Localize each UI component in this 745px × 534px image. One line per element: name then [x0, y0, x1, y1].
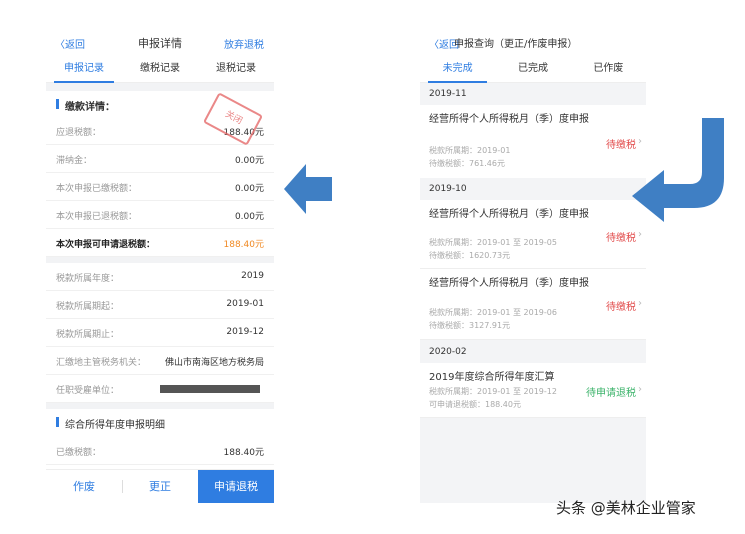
- tab-completed[interactable]: 已完成: [495, 56, 570, 82]
- status-badge: 待缴税: [606, 302, 636, 313]
- row-value: 2019-01: [226, 299, 264, 309]
- abandon-refund-button[interactable]: 放弃退税: [224, 36, 264, 51]
- item-title: 经营所得个人所得税月（季）度申报: [429, 114, 589, 125]
- row-value: 0.00元: [234, 156, 264, 166]
- row-value: 佛山市南海区地方税务局: [164, 358, 264, 368]
- item-period: 税款所属期：2019-01 至 2019-05: [429, 238, 557, 247]
- status-badge: 待申请退税: [586, 388, 636, 399]
- row-label: 汇缴地主管税务机关：: [56, 358, 147, 368]
- group-header: 2019-10: [420, 178, 646, 200]
- row-value: 188.40元: [223, 240, 265, 250]
- refundable-amount-row: 本次申报可申请退税额： 188.40元: [46, 229, 274, 257]
- detail-row: 滞纳金： 0.00元: [46, 145, 274, 173]
- divider: [46, 83, 274, 91]
- item-amount: 待缴税额：761.46元: [429, 159, 505, 168]
- group-label: 2019-11: [429, 89, 467, 99]
- declaration-query-screen: 〈返回 申报查询（更正/作废申报） 未完成 已完成 已作废 2019-11 经营…: [420, 28, 646, 503]
- row-value: 2019: [241, 271, 264, 281]
- watermark: 头条 @美林企业管家: [556, 499, 696, 517]
- row-value: 0.00元: [234, 184, 264, 194]
- item-amount: 待缴税额：3127.91元: [429, 321, 511, 330]
- row-label: 税款所属年度：: [56, 274, 120, 284]
- annual-details-header: 综合所得年度申报明细: [46, 409, 274, 435]
- item-period: 税款所属期：2019-01 至 2019-06: [429, 308, 557, 317]
- item-title: 2019年度综合所得年度汇算: [429, 372, 555, 383]
- detail-row: 本次申报已缴税额： 0.00元: [46, 173, 274, 201]
- left-arrow-icon: [284, 164, 332, 214]
- item-title: 经营所得个人所得税月（季）度申报: [429, 278, 589, 289]
- section-title: 综合所得年度申报明细: [65, 420, 165, 431]
- item-amount: 待缴税额：1620.73元: [429, 251, 511, 260]
- row-label: 已缴税额：: [56, 448, 102, 458]
- status-tabs: 未完成 已完成 已作废: [420, 56, 646, 83]
- row-label: 本次申报可申请退税额：: [56, 240, 156, 250]
- detail-row: 任职受雇单位：: [46, 375, 274, 403]
- row-label: 滞纳金：: [56, 156, 93, 166]
- bottom-action-bar: 作废 更正 申请退税: [46, 469, 274, 503]
- tab-voided[interactable]: 已作废: [571, 56, 646, 82]
- page-title: 申报查询（更正/作废申报）: [454, 39, 578, 50]
- redacted-employer: [160, 385, 260, 393]
- declaration-item[interactable]: 经营所得个人所得税月（季）度申报 税款所属期：2019-01 至 2019-06…: [420, 269, 646, 340]
- row-label: 本次申报已退税额：: [56, 212, 138, 222]
- section-marker: [56, 99, 59, 109]
- item-amount: 可申请退税额：188.40元: [429, 400, 521, 409]
- chevron-right-icon: ›: [638, 384, 642, 395]
- top-bar: 〈返回 申报详情 放弃退税: [46, 28, 274, 56]
- tab-declaration-records[interactable]: 申报记录: [46, 56, 122, 83]
- chevron-right-icon: ›: [638, 298, 642, 309]
- declaration-item[interactable]: 经营所得个人所得税月（季）度申报 税款所属期：2019-01 至 2019-05…: [420, 200, 646, 269]
- void-button[interactable]: 作废: [46, 470, 122, 503]
- top-bar: 〈返回 申报查询（更正/作废申报）: [420, 28, 646, 56]
- apply-refund-button[interactable]: 申请退税: [198, 470, 274, 503]
- row-label: 本次申报已缴税额：: [56, 184, 138, 194]
- tab-incomplete[interactable]: 未完成: [420, 56, 495, 83]
- section-marker: [56, 417, 59, 427]
- group-label: 2020-02: [429, 347, 467, 357]
- curved-arrow-icon: [632, 118, 724, 222]
- status-badge: 待缴税: [606, 233, 636, 244]
- record-tabs: 申报记录 缴税记录 退税记录: [46, 56, 274, 83]
- row-value: 2019-12: [226, 327, 264, 337]
- group-header: 2019-11: [420, 83, 646, 105]
- declaration-detail-screen: 〈返回 申报详情 放弃退税 申报记录 缴税记录 退税记录 缴款详情： 应退税额：…: [46, 28, 274, 503]
- row-label: 税款所属期止：: [56, 330, 120, 340]
- detail-row: 本次申报已退税额： 0.00元: [46, 201, 274, 229]
- group-label: 2019-10: [429, 184, 467, 194]
- row-label: 任职受雇单位：: [56, 386, 120, 396]
- chevron-right-icon: ›: [638, 229, 642, 240]
- item-period: 税款所属期：2019-01 至 2019-12: [429, 387, 557, 396]
- item-period: 税款所属期：2019-01: [429, 146, 511, 155]
- item-title: 经营所得个人所得税月（季）度申报: [429, 209, 589, 220]
- tab-payment-records[interactable]: 缴税记录: [122, 56, 198, 82]
- row-label: 税款所属期起：: [56, 302, 120, 312]
- detail-row: 税款所属期起： 2019-01: [46, 291, 274, 319]
- tab-refund-records[interactable]: 退税记录: [198, 56, 274, 82]
- group-header: 2020-02: [420, 341, 646, 363]
- detail-row: 税款所属期止： 2019-12: [46, 319, 274, 347]
- detail-row: 已缴税额： 188.40元: [46, 437, 274, 465]
- row-value: 188.40元: [223, 448, 265, 458]
- detail-row: 税款所属年度： 2019: [46, 263, 274, 291]
- detail-row: 汇缴地主管税务机关： 佛山市南海区地方税务局: [46, 347, 274, 375]
- declaration-item[interactable]: 经营所得个人所得税月（季）度申报 税款所属期：2019-01 待缴税额：761.…: [420, 105, 646, 180]
- section-title: 缴款详情：: [65, 102, 115, 113]
- row-label: 应退税额：: [56, 128, 102, 138]
- correct-button[interactable]: 更正: [122, 470, 198, 503]
- declaration-item[interactable]: 2019年度综合所得年度汇算 税款所属期：2019-01 至 2019-12 可…: [420, 363, 646, 418]
- row-value: 0.00元: [234, 212, 264, 222]
